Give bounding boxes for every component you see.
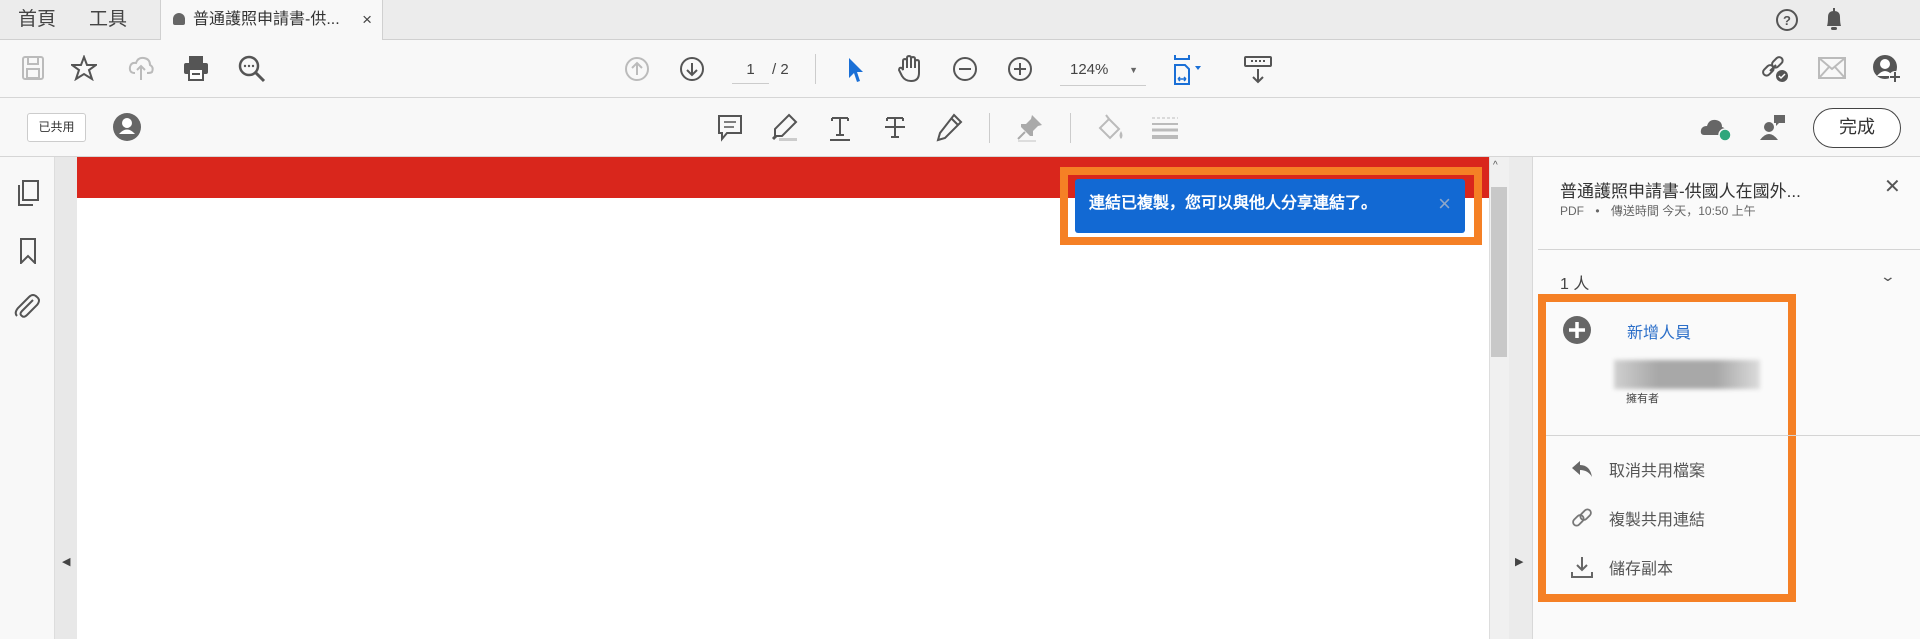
cloud-upload-icon[interactable] [128,55,154,81]
link-copied-toast: 連結已複製，您可以與他人分享連結了。 × [1075,179,1465,233]
redacted-owner-name [1614,360,1760,389]
save-copy-item[interactable]: 儲存副本 [1571,552,1673,582]
divider [1070,113,1071,143]
previous-page-icon[interactable] [624,56,650,82]
bell-icon[interactable] [1822,7,1846,33]
select-tool-icon[interactable] [846,56,866,84]
bookmark-icon[interactable] [15,238,41,264]
zoom-value: 124% [1070,61,1109,78]
attachment-icon[interactable] [13,292,41,320]
shared-link-icon[interactable] [1760,55,1790,83]
chevron-down-icon: ▼ [1129,65,1138,75]
page-thumbnails-icon[interactable] [15,180,41,206]
zoom-select[interactable]: 124% ▼ [1060,58,1146,86]
svg-text:?: ? [1783,13,1791,28]
comment-icon[interactable] [717,114,743,142]
strikethrough-icon[interactable] [882,114,908,142]
divider [1546,435,1920,436]
left-nav-pane [0,157,55,639]
divider [815,54,816,84]
save-icon[interactable] [21,55,45,81]
divider [989,113,990,143]
link-icon [1572,508,1592,527]
hand-tool-icon[interactable] [897,55,923,83]
shared-badge-button[interactable]: 已共用 [27,113,86,142]
reply-arrow-icon [1572,461,1592,477]
zoom-out-icon[interactable] [952,56,978,82]
star-icon[interactable] [71,55,97,81]
file-type: PDF [1560,204,1584,218]
tab-tools[interactable]: 工具 [89,0,127,40]
tab-document-label: 普通護照申請書-供... [193,11,340,28]
add-person-link[interactable]: 新增人員 [1627,319,1691,343]
toast-close-button[interactable]: × [1438,179,1451,229]
search-icon[interactable] [238,55,266,83]
cloud-sync-icon[interactable] [1700,113,1734,143]
pin-icon[interactable] [1016,113,1044,143]
scroll-up-arrow-icon[interactable]: ^ [1493,160,1498,171]
tab-close-button[interactable]: × [362,0,372,40]
pencil-icon[interactable] [935,113,963,143]
read-mode-icon[interactable] [1243,55,1273,85]
next-page-icon[interactable] [679,56,705,82]
page-number-input[interactable]: 1 [732,58,769,84]
copy-share-link-label: 複製共用連結 [1609,512,1706,529]
meta-bullet: • [1595,204,1600,218]
expand-right-arrow-icon[interactable]: ▶ [1515,555,1523,568]
add-person-icon[interactable] [1562,315,1592,345]
shared-user-icon [173,13,185,25]
highlight-icon[interactable] [771,113,799,143]
toast-message: 連結已複製，您可以與他人分享連結了。 [1089,195,1378,212]
add-text-icon[interactable] [827,114,853,142]
fit-page-icon[interactable] [1172,54,1212,86]
fill-color-icon[interactable] [1097,113,1127,143]
people-count: 1 人 [1560,276,1590,293]
panel-file-meta: PDF • 傳送時間 今天，10:50 上午 [1560,202,1756,219]
done-button[interactable]: 完成 [1813,108,1901,148]
panel-close-button[interactable]: ✕ [1884,174,1901,199]
line-style-icon[interactable] [1151,115,1179,141]
add-user-icon[interactable] [1872,54,1902,84]
email-icon[interactable] [1818,57,1846,79]
copy-share-link-item[interactable]: 複製共用連結 [1571,503,1705,533]
tab-home[interactable]: 首頁 [18,0,56,40]
owner-role: 擁有者 [1626,393,1659,405]
download-icon [1571,557,1593,578]
avatar[interactable] [112,112,142,142]
zoom-in-icon[interactable] [1007,56,1033,82]
sent-time: 傳送時間 今天，10:50 上午 [1610,204,1756,218]
tab-document[interactable]: 普通護照申請書-供... × [160,0,383,41]
page-total: / 2 [772,61,789,78]
save-copy-label: 儲存副本 [1609,561,1674,578]
panel-file-title: 普通護照申請書-供國人在國外... [1560,182,1801,201]
collapse-left-arrow-icon[interactable]: ◀ [62,555,70,568]
divider [1538,249,1920,250]
scrollbar-thumb[interactable] [1491,187,1507,357]
unshare-file-item[interactable]: 取消共用檔案 [1571,454,1705,484]
help-icon[interactable]: ? [1775,8,1799,32]
share-comments-icon[interactable] [1759,113,1787,141]
chevron-down-icon[interactable]: ⌄ [1880,268,1896,285]
unshare-file-label: 取消共用檔案 [1609,463,1706,480]
print-icon[interactable] [183,55,209,81]
